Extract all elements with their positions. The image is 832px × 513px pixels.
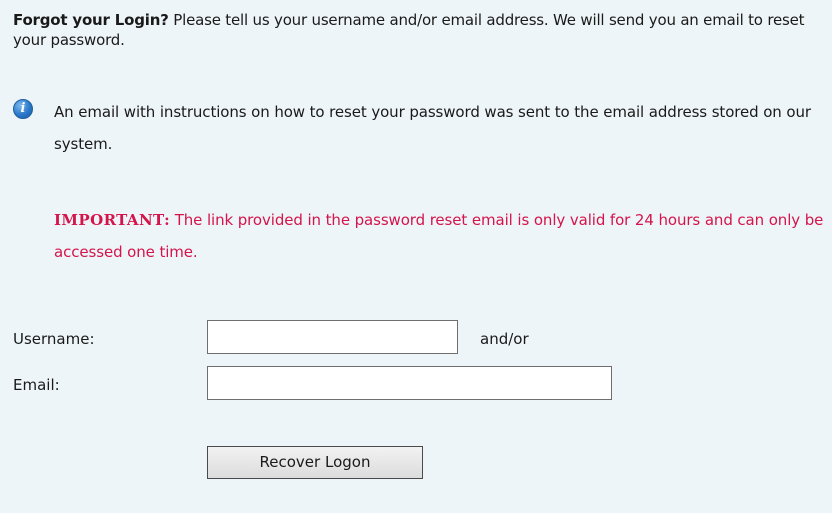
forgot-login-panel: Forgot your Login? Please tell us your u… xyxy=(0,0,832,513)
username-label: Username: xyxy=(13,330,95,348)
and-or-label: and/or xyxy=(480,330,529,348)
info-message-text: An email with instructions on how to res… xyxy=(54,103,811,153)
recover-logon-button[interactable]: Recover Logon xyxy=(207,446,423,479)
important-label: IMPORTANT: xyxy=(54,211,171,229)
important-notice: IMPORTANT: The link provided in the pass… xyxy=(54,204,824,268)
important-text: The link provided in the password reset … xyxy=(54,211,824,261)
username-field[interactable] xyxy=(207,320,458,354)
info-icon: i xyxy=(13,99,33,119)
intro-paragraph: Forgot your Login? Please tell us your u… xyxy=(13,10,818,50)
email-field[interactable] xyxy=(207,366,612,400)
page-title: Forgot your Login? xyxy=(13,11,169,29)
email-label: Email: xyxy=(13,376,60,394)
